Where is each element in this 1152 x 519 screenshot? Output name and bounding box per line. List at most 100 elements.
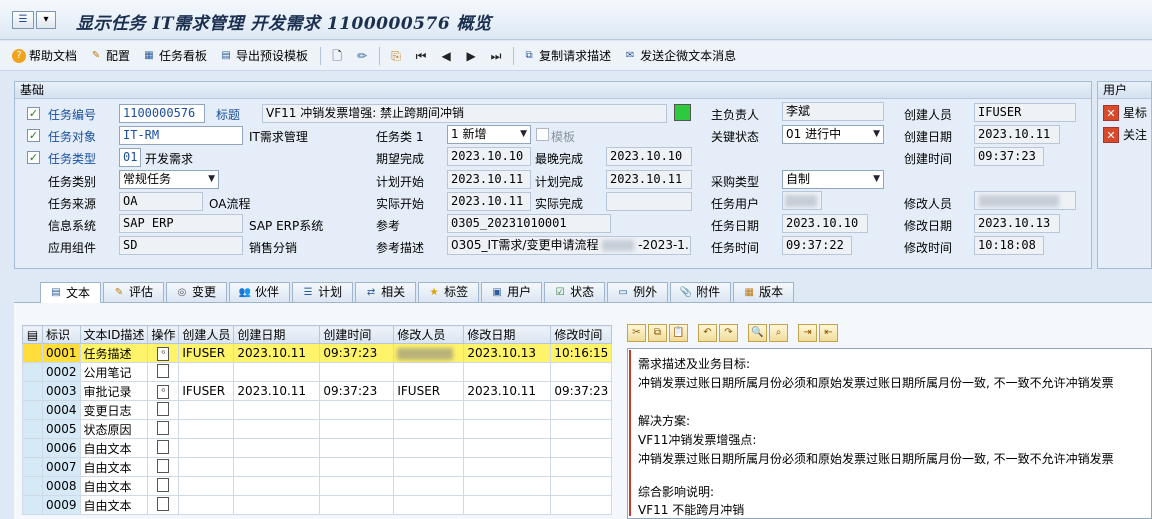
text-editor[interactable]: 需求描述及业务目标: 冲销发票过账日期所属月份必须和原始发票过账日期所属月份一致… bbox=[627, 348, 1152, 519]
key-status-select[interactable]: 01 进行中 ▼ bbox=[782, 125, 884, 144]
row-selector[interactable] bbox=[22, 476, 43, 496]
latest-done-field[interactable]: 2023.10.10 bbox=[606, 147, 692, 166]
row-selector[interactable] bbox=[22, 419, 43, 439]
task-board-button[interactable]: ▦ 任务看板 bbox=[142, 47, 207, 64]
tab-user[interactable]: ▣ 用户 bbox=[481, 282, 543, 302]
task-object-field[interactable]: IT-RM bbox=[119, 126, 243, 145]
tab-attachment[interactable]: 📎 附件 bbox=[670, 282, 732, 302]
modify-date-field[interactable]: 2023.10.13 bbox=[974, 214, 1060, 233]
export-template-button[interactable]: ▤ 导出预设模板 bbox=[219, 47, 308, 64]
reference-field[interactable]: 0305_20231010001 bbox=[447, 214, 611, 233]
create-date-field[interactable]: 2023.10.11 bbox=[974, 125, 1060, 144]
other-object-icon[interactable]: ⎘ bbox=[388, 48, 404, 64]
document-icon[interactable] bbox=[147, 476, 180, 496]
column-header[interactable]: 文本ID描述 bbox=[79, 325, 149, 344]
modify-time-field[interactable]: 10:18:08 bbox=[974, 236, 1044, 255]
row-selector[interactable] bbox=[22, 400, 43, 420]
info-system-field[interactable]: SAP ERP bbox=[119, 214, 243, 233]
row-selector[interactable] bbox=[22, 343, 43, 363]
table-row[interactable]: 0001 任务描述 ᴳ IFUSER 2023.10.11 09:37:23 2… bbox=[22, 343, 613, 363]
plan-start-field[interactable]: 2023.10.11 bbox=[447, 170, 531, 189]
find-icon[interactable]: 🔍 bbox=[748, 324, 767, 342]
column-header[interactable]: 标识 bbox=[42, 325, 81, 344]
previous-icon[interactable]: ◀ bbox=[438, 48, 454, 64]
row-selector[interactable] bbox=[22, 457, 43, 477]
redo-icon[interactable]: ↷ bbox=[719, 324, 738, 342]
table-row[interactable]: 0002 公用笔记 bbox=[22, 362, 613, 382]
paste-icon[interactable]: 📋 bbox=[669, 324, 688, 342]
new-document-icon[interactable]: 🗋 bbox=[329, 48, 345, 64]
document-icon[interactable] bbox=[147, 457, 180, 477]
follow-button[interactable]: ✕ 关注 bbox=[1103, 126, 1147, 143]
actual-start-field[interactable]: 2023.10.11 bbox=[447, 192, 531, 211]
row-selector[interactable] bbox=[22, 495, 43, 515]
import-icon[interactable]: ⇤ bbox=[819, 324, 838, 342]
purchase-type-select[interactable]: 自制 ▼ bbox=[782, 170, 884, 189]
tab-change[interactable]: ◎ 变更 bbox=[166, 282, 228, 302]
config-button[interactable]: ✎ 配置 bbox=[89, 47, 130, 64]
document-icon[interactable] bbox=[147, 362, 180, 382]
table-row[interactable]: 0007 自由文本 bbox=[22, 457, 613, 477]
tab-text[interactable]: ▤ 文本 bbox=[40, 282, 102, 303]
task-source-field[interactable]: OA bbox=[119, 192, 203, 211]
create-time-field[interactable]: 09:37:23 bbox=[974, 147, 1044, 166]
task-no-field[interactable]: 1100000576 bbox=[119, 104, 205, 123]
reference-desc-field[interactable]: 0305_IT需求/变更申请流程 -2023-1... bbox=[447, 236, 691, 255]
task-time-field[interactable]: 09:37:22 bbox=[782, 236, 852, 255]
table-row[interactable]: 0006 自由文本 bbox=[22, 438, 613, 458]
select-all-icon[interactable]: ▤ bbox=[22, 325, 43, 344]
row-selector[interactable] bbox=[22, 381, 43, 401]
creator-field[interactable]: IFUSER bbox=[974, 103, 1076, 122]
dropdown-button[interactable]: ▾ bbox=[36, 11, 56, 29]
title-field[interactable]: VF11 冲销发票增强: 禁止跨期间冲销 bbox=[262, 104, 667, 123]
export-icon[interactable]: ⇥ bbox=[798, 324, 817, 342]
tab-status[interactable]: ☑ 状态 bbox=[544, 282, 606, 302]
owner-field[interactable]: 李斌 bbox=[782, 102, 884, 121]
task-class1-select[interactable]: 1 新增 ▼ bbox=[447, 125, 531, 144]
task-category-select[interactable]: 常规任务 ▼ bbox=[119, 170, 219, 189]
table-row[interactable]: 0008 自由文本 bbox=[22, 476, 613, 496]
document-icon[interactable]: ᴳ bbox=[147, 381, 180, 401]
document-icon[interactable] bbox=[147, 400, 180, 420]
tab-related[interactable]: ⇄ 相关 bbox=[355, 282, 417, 302]
actual-done-field[interactable] bbox=[606, 192, 692, 211]
document-icon[interactable] bbox=[147, 419, 180, 439]
table-row[interactable]: 0009 自由文本 bbox=[22, 495, 613, 515]
column-header[interactable]: 修改时间 bbox=[550, 325, 613, 344]
template-checkbox[interactable] bbox=[536, 128, 549, 141]
pencil-icon[interactable]: ✏ bbox=[354, 48, 370, 64]
column-header[interactable]: 修改日期 bbox=[463, 325, 552, 344]
sap-menu-icon[interactable]: ☰ bbox=[12, 11, 34, 29]
expect-done-field[interactable]: 2023.10.10 bbox=[447, 147, 531, 166]
row-selector[interactable] bbox=[22, 438, 43, 458]
send-wecom-message-button[interactable]: ✉ 发送企微文本消息 bbox=[623, 47, 736, 64]
copy-request-desc-button[interactable]: ⧉ 复制请求描述 bbox=[522, 47, 611, 64]
column-header[interactable]: 创建日期 bbox=[233, 325, 321, 344]
task-user-field[interactable] bbox=[782, 191, 822, 210]
table-row[interactable]: 0004 变更日志 bbox=[22, 400, 613, 420]
row-selector[interactable] bbox=[22, 362, 43, 382]
tab-version[interactable]: ▦ 版本 bbox=[733, 282, 795, 302]
star-button[interactable]: ✕ 星标 bbox=[1103, 104, 1147, 121]
tab-exception[interactable]: ▭ 例外 bbox=[607, 282, 669, 302]
last-page-icon[interactable]: ⏭ bbox=[488, 48, 504, 64]
document-icon[interactable]: ᴳ bbox=[147, 343, 180, 363]
tab-partner[interactable]: 👥 伙伴 bbox=[229, 282, 291, 302]
help-doc-button[interactable]: ? 帮助文档 bbox=[12, 47, 77, 64]
app-component-field[interactable]: SD bbox=[119, 236, 243, 255]
undo-icon[interactable]: ↶ bbox=[698, 324, 717, 342]
document-icon[interactable] bbox=[147, 495, 180, 515]
tab-evaluate[interactable]: ✎ 评估 bbox=[103, 282, 165, 302]
next-icon[interactable]: ▶ bbox=[463, 48, 479, 64]
tab-plan[interactable]: ☰ 计划 bbox=[292, 282, 354, 302]
task-date-field[interactable]: 2023.10.10 bbox=[782, 214, 868, 233]
find-next-icon[interactable]: ⌕ bbox=[769, 324, 788, 342]
cut-icon[interactable]: ✂ bbox=[627, 324, 646, 342]
column-header[interactable]: 操作 bbox=[147, 325, 180, 344]
document-icon[interactable] bbox=[147, 438, 180, 458]
column-header[interactable]: 创建人员 bbox=[178, 325, 235, 344]
column-header[interactable]: 创建时间 bbox=[319, 325, 395, 344]
plan-done-field[interactable]: 2023.10.11 bbox=[606, 170, 692, 189]
column-header[interactable]: 修改人员 bbox=[393, 325, 465, 344]
table-row[interactable]: 0003 审批记录 ᴳ IFUSER 2023.10.11 09:37:23 I… bbox=[22, 381, 613, 401]
